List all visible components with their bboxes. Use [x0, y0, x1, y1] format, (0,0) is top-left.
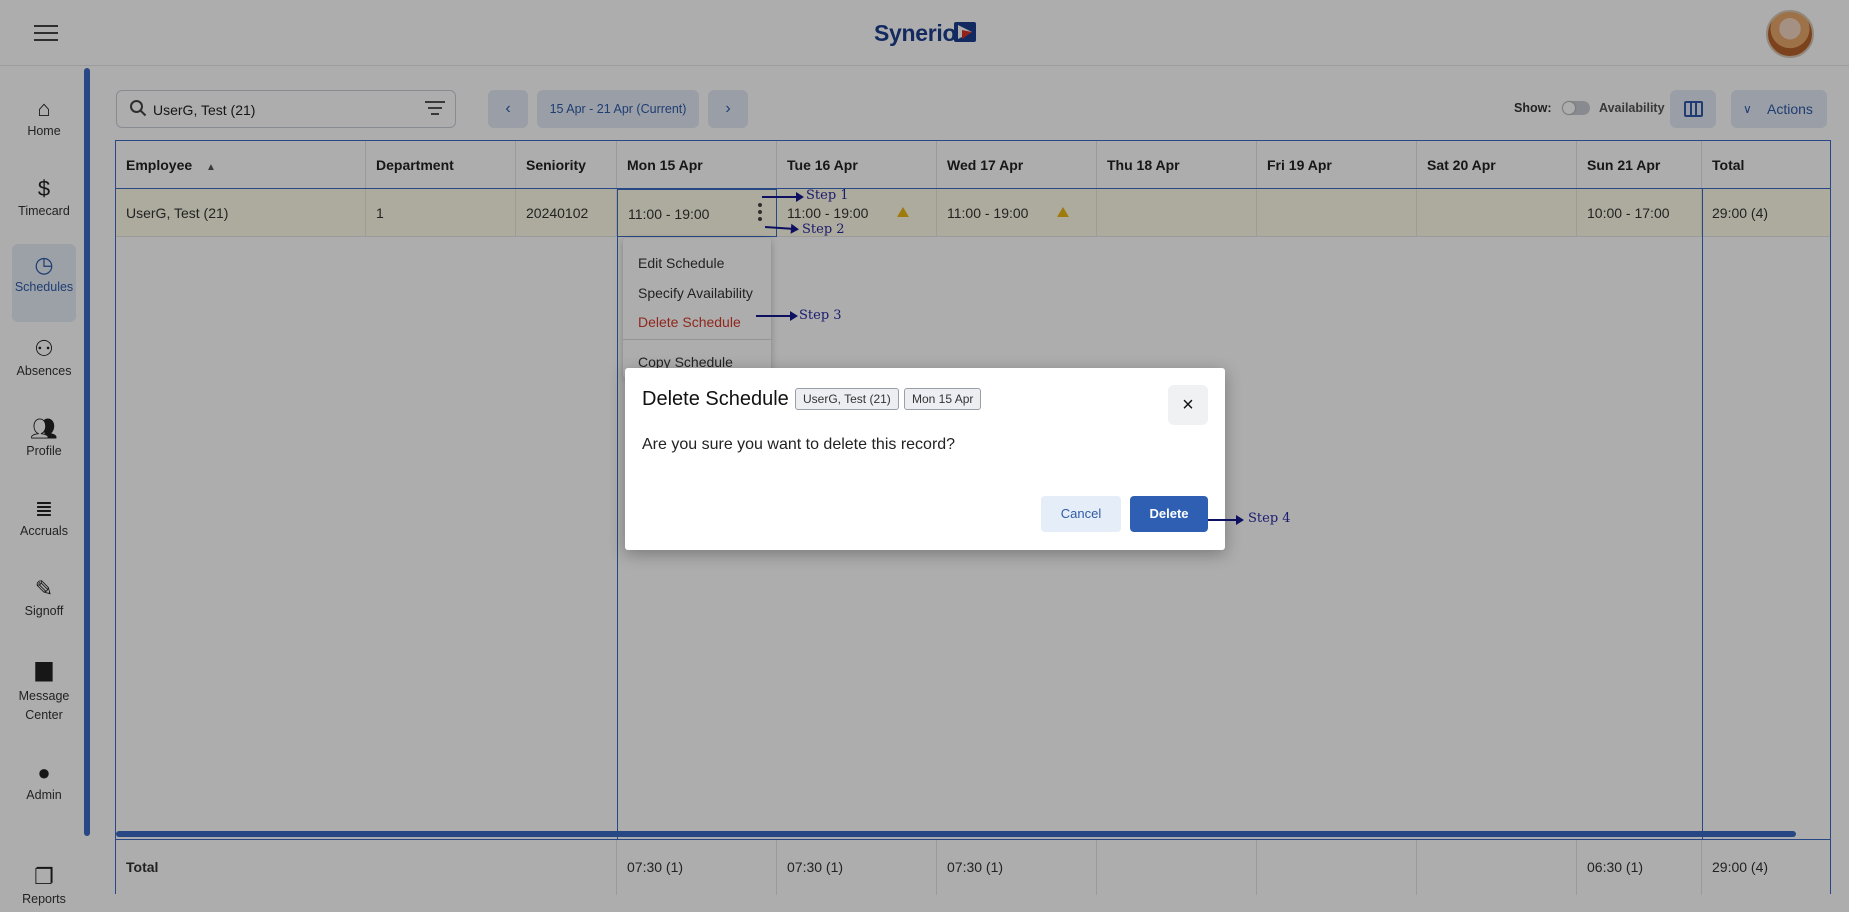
annotation-arrow [756, 311, 798, 321]
annotation-step-3: Step 3 [799, 308, 842, 323]
date-chip: Mon 15 Apr [904, 388, 982, 410]
delete-schedule-dialog: Delete Schedule UserG, Test (21) Mon 15 … [625, 368, 1225, 550]
delete-button[interactable]: Delete [1130, 496, 1208, 532]
annotation-arrow [1208, 515, 1244, 525]
dialog-message: Are you sure you want to delete this rec… [642, 436, 956, 453]
annotation-step-2: Step 2 [802, 222, 845, 237]
annotation-step-1: Step 1 [806, 188, 849, 203]
employee-chip: UserG, Test (21) [795, 388, 899, 410]
annotation-arrow [762, 192, 804, 202]
annotation-step-4: Step 4 [1248, 511, 1291, 526]
dialog-title: Delete Schedule [642, 388, 789, 410]
close-button[interactable]: × [1168, 385, 1208, 425]
cancel-button[interactable]: Cancel [1041, 496, 1121, 532]
